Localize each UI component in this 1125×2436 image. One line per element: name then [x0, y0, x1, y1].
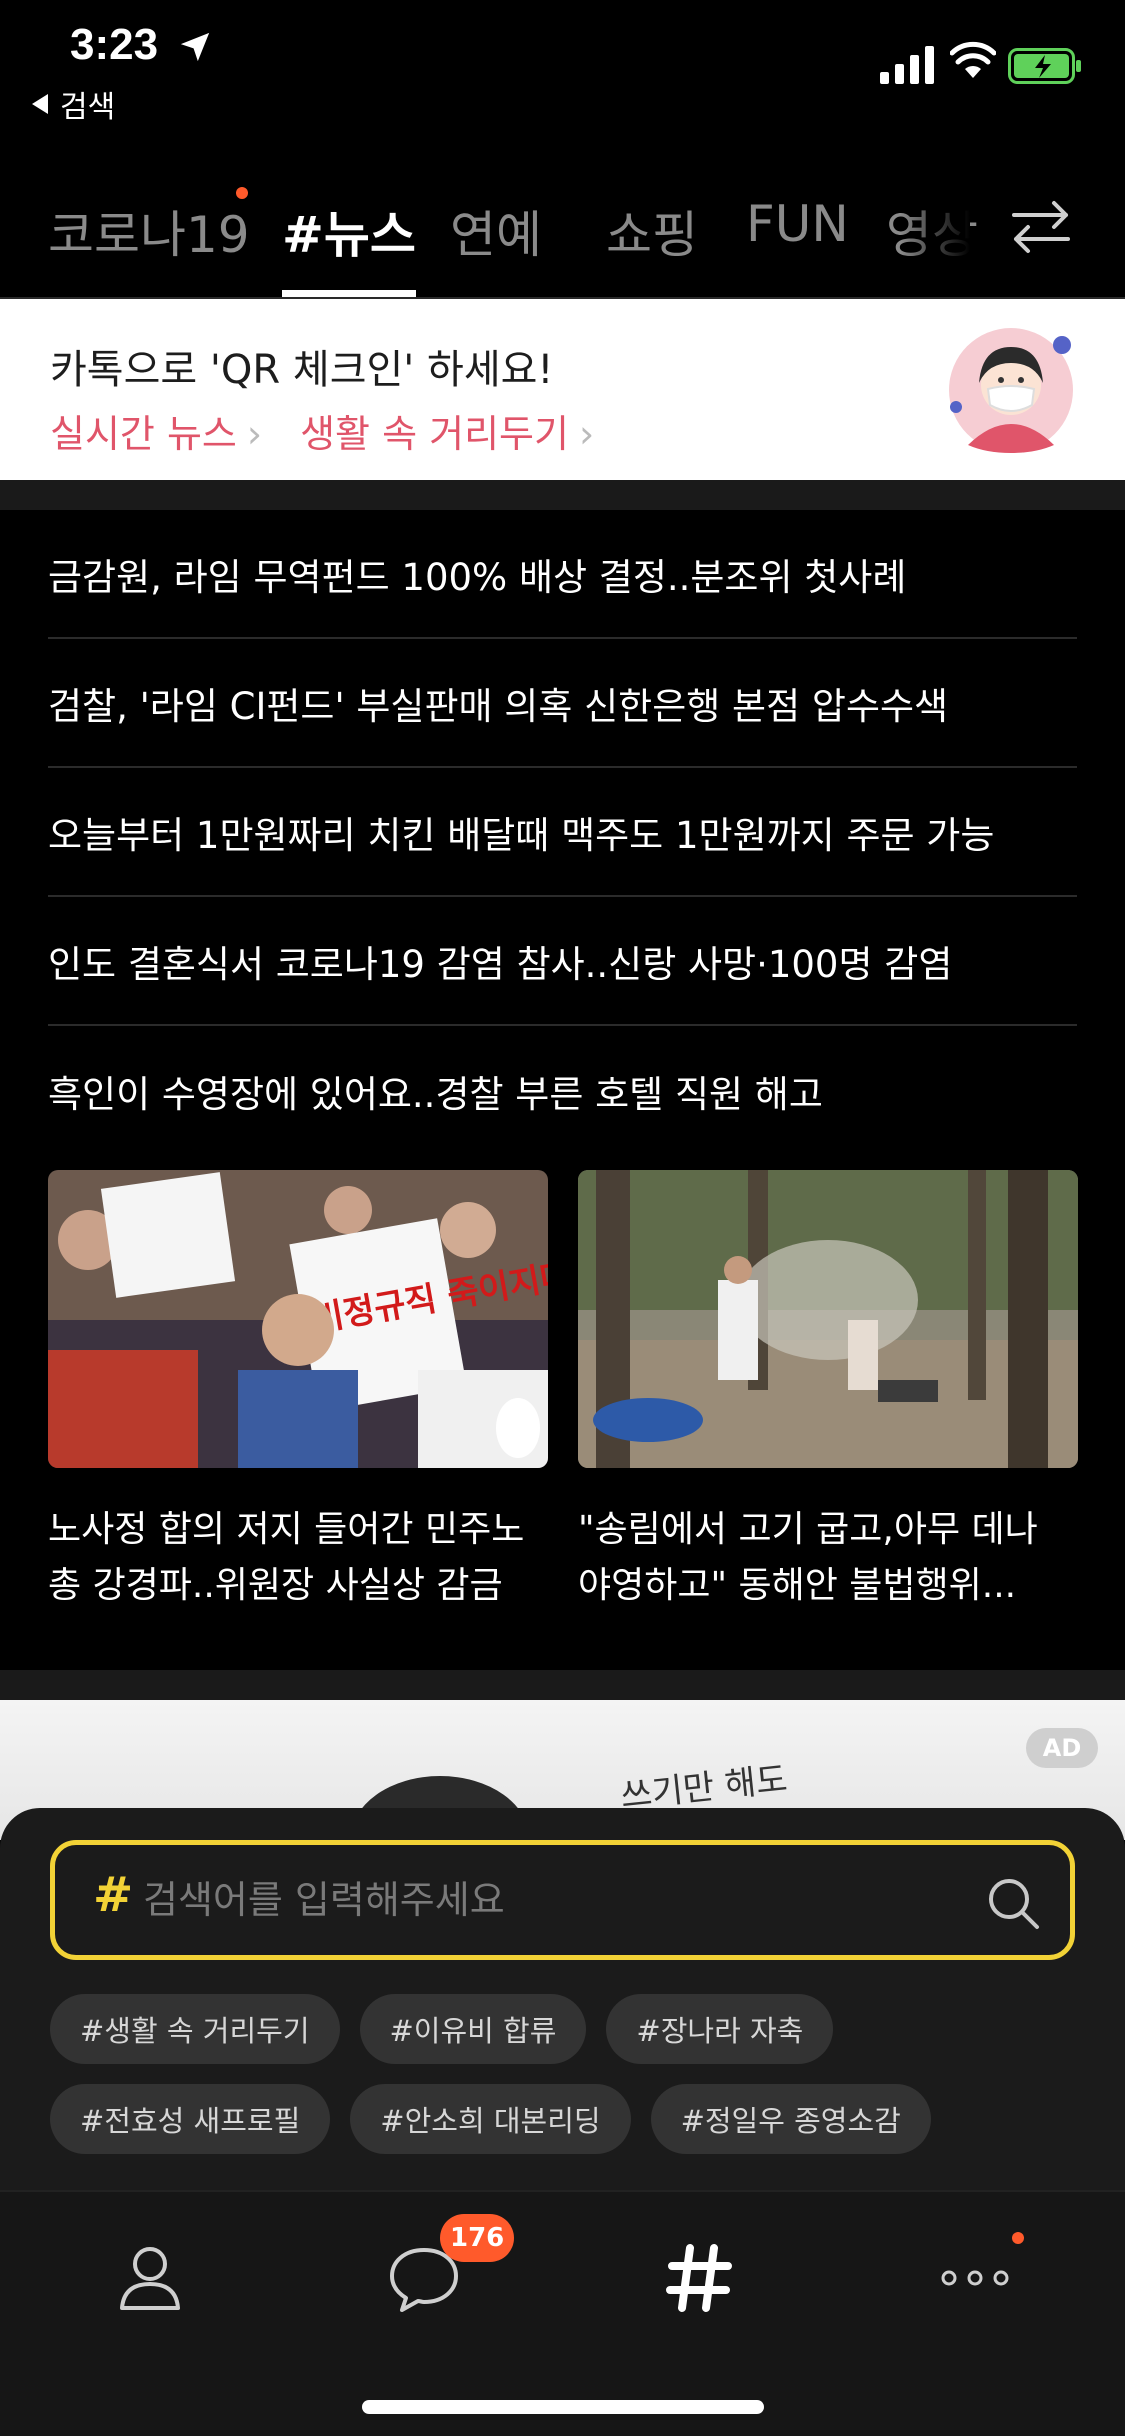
keyword-chip[interactable]: #이유비 합류	[359, 1994, 587, 2064]
keyword-chip[interactable]: #안소희 대본리딩	[350, 2084, 631, 2154]
news-item[interactable]: 금감원, 라임 무역펀드 100% 배상 결정..분조위 첫사례	[48, 510, 1077, 639]
card-title: "송림에서 고기 굽고,아무 데나 야영하고" 동해안 불법행위...	[578, 1509, 1038, 1606]
social-distancing-link[interactable]: 생활 속 거리두기 ›	[300, 403, 594, 458]
trending-keywords: #생활 속 거리두기 #이유비 합류 #장나라 자축 #전효성 새프로필 #안소…	[50, 1994, 1090, 2174]
news-item[interactable]: 오늘부터 1만원짜리 치킨 배달때 맥주도 1만원까지 주문 가능	[48, 768, 1077, 897]
hash-icon: #	[93, 1867, 134, 1923]
friends-person-icon[interactable]	[110, 2238, 190, 2318]
wifi-icon	[950, 41, 996, 78]
banner-title: 카톡으로 'QR 체크인' 하세요!	[50, 347, 554, 393]
swap-arrows-icon[interactable]	[1010, 197, 1072, 257]
search-icon[interactable]	[985, 1875, 1041, 1931]
keyword-chip[interactable]: #전효성 새프로필	[50, 2084, 331, 2154]
cellular-signal-icon	[880, 46, 934, 84]
banner-links: 실시간 뉴스 › 생활 속 거리두기 ›	[50, 403, 594, 458]
tab-new-dot	[236, 187, 248, 199]
tab-shopping[interactable]: 쇼핑	[606, 195, 698, 267]
status-time: 3:23	[70, 20, 159, 69]
more-new-dot	[1012, 2232, 1024, 2244]
search-input[interactable]	[143, 1867, 963, 1933]
ad-badge: AD	[1026, 1728, 1098, 1768]
active-tab-indicator	[282, 290, 416, 297]
photo-news-card[interactable]: 비정규직 죽이지마라 노사정 합의 저지 들어간 민주노총 강경파..위원장 사…	[48, 1170, 605, 1614]
more-dots-icon[interactable]	[935, 2238, 1015, 2318]
location-arrow-icon	[180, 32, 210, 62]
news-item[interactable]: 흑인이 수영장에 있어요..경찰 부른 호텔 직원 해고	[48, 1026, 1077, 1155]
photo-news-card[interactable]: "송림에서 고기 굽고,아무 데나 야영하고" 동해안 불법행위...	[578, 1170, 1078, 1614]
tab-covid19[interactable]: 코로나19	[48, 195, 250, 267]
back-label: 검색	[60, 90, 116, 125]
keyword-chip[interactable]: #장나라 자축	[606, 1994, 834, 2064]
keyword-chip[interactable]: #정일우 종영소감	[650, 2084, 931, 2154]
back-triangle-icon	[32, 94, 48, 114]
news-list: 금감원, 라임 무역펀드 100% 배상 결정..분조위 첫사례 검찰, '라임…	[0, 510, 1125, 1155]
category-tabs: 코로나19 #뉴스 연예 쇼핑 FUN 영상	[0, 165, 1125, 297]
realtime-news-link[interactable]: 실시간 뉴스 ›	[50, 403, 262, 458]
chat-unread-badge: 176	[440, 2214, 515, 2262]
status-bar: 3:23 검색	[0, 0, 1125, 165]
news-item[interactable]: 검찰, '라임 CI펀드' 부실판매 의혹 신한은행 본점 압수수색	[48, 639, 1077, 768]
protest-photo: 비정규직 죽이지마라	[48, 1170, 605, 1468]
search-box[interactable]: #	[50, 1840, 1075, 1960]
keyword-chip[interactable]: #생활 속 거리두기	[50, 1994, 340, 2064]
battery-charging-icon	[1008, 48, 1081, 84]
pine-forest-photo	[578, 1170, 1078, 1468]
qr-checkin-banner[interactable]: 카톡으로 'QR 체크인' 하세요! 실시간 뉴스 › 생활 속 거리두기 ›	[0, 299, 1125, 480]
back-to-search-link[interactable]: 검색	[32, 82, 115, 126]
home-indicator[interactable]	[362, 2400, 764, 2414]
news-item[interactable]: 인도 결혼식서 코로나19 감염 참사..신랑 사망·100명 감염	[48, 897, 1077, 1026]
tab-fade	[900, 165, 970, 297]
tab-fun[interactable]: FUN	[746, 195, 849, 253]
masked-person-icon	[949, 328, 1073, 453]
section-gap	[0, 480, 1125, 510]
card-title: 노사정 합의 저지 들어간 민주노총 강경파..위원장 사실상 감금	[48, 1509, 525, 1606]
tab-news[interactable]: #뉴스	[282, 195, 416, 267]
hashtag-icon[interactable]	[660, 2238, 740, 2318]
tab-entertainment[interactable]: 연예	[450, 195, 542, 267]
section-gap	[0, 1670, 1125, 1700]
photo-news-cards: 비정규직 죽이지마라 노사정 합의 저지 들어간 민주노총 강경파..위원장 사…	[48, 1170, 1078, 1630]
